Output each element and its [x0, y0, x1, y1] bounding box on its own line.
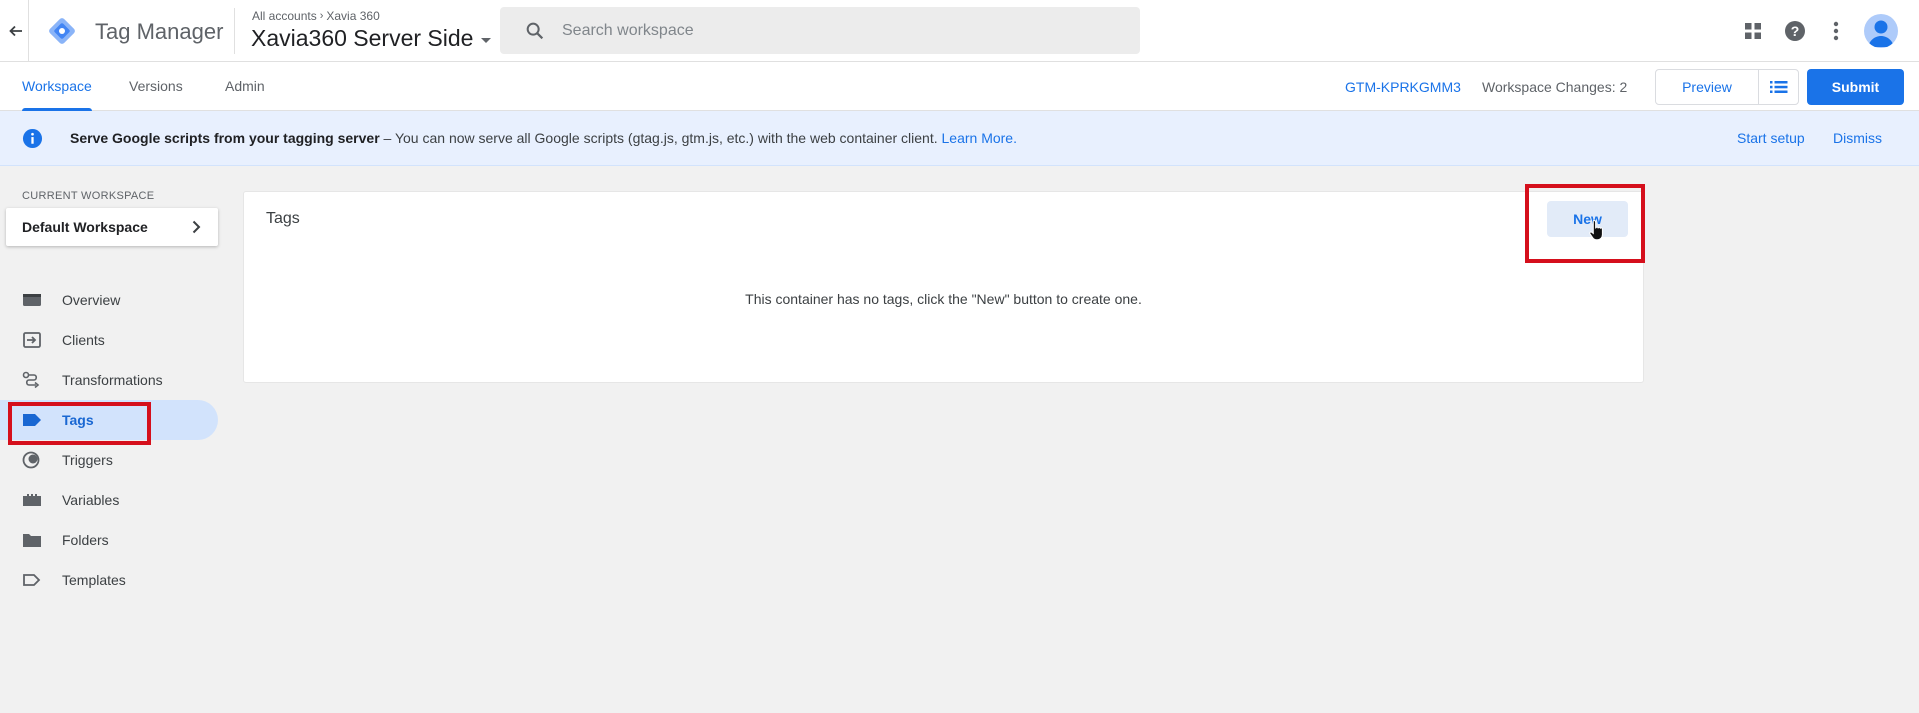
current-workspace-label: CURRENT WORKSPACE	[22, 190, 155, 202]
info-banner: Serve Google scripts from your tagging s…	[0, 111, 1919, 166]
apps-grid-icon[interactable]	[1741, 19, 1765, 43]
preview-button[interactable]: Preview	[1655, 69, 1759, 105]
sidebar-item-transformations[interactable]: Transformations	[0, 360, 218, 400]
banner-text: – You can now serve all Google scripts (…	[379, 130, 942, 146]
tag-manager-logo-icon	[46, 15, 78, 47]
banner-title: Serve Google scripts from your tagging s…	[70, 130, 380, 146]
dismiss-link[interactable]: Dismiss	[1833, 130, 1882, 146]
dropdown-caret-icon	[481, 38, 492, 43]
app-title: Tag Manager	[95, 19, 224, 44]
back-arrow-icon[interactable]	[4, 19, 28, 43]
more-vert-icon[interactable]	[1824, 19, 1848, 43]
sidebar-item-triggers[interactable]: Triggers	[0, 440, 218, 480]
breadcrumb: All accounts › Xavia 360	[252, 9, 380, 23]
sidebar-item-templates[interactable]: Templates	[0, 560, 218, 600]
submit-button[interactable]: Submit	[1807, 69, 1904, 105]
svg-text:?: ?	[1791, 23, 1800, 39]
container-name: Xavia360 Server Side	[251, 25, 474, 51]
transformations-icon	[22, 371, 42, 389]
highlight-box	[8, 402, 151, 445]
sidebar-item-variables[interactable]: Variables	[0, 480, 218, 520]
tab-versions[interactable]: Versions	[129, 62, 183, 111]
tab-admin[interactable]: Admin	[225, 62, 265, 111]
tags-card: Tags This container has no tags, click t…	[243, 191, 1644, 383]
help-icon[interactable]: ?	[1783, 19, 1807, 43]
divider	[28, 0, 29, 62]
banner-message: Serve Google scripts from your tagging s…	[70, 130, 1017, 146]
sidebar-item-label: Folders	[62, 532, 109, 548]
search-input[interactable]	[562, 21, 1122, 40]
sidebar-item-label: Triggers	[62, 452, 113, 468]
workspace-name: Default Workspace	[22, 219, 148, 235]
empty-state-message: This container has no tags, click the "N…	[745, 291, 1142, 307]
learn-more-link[interactable]: Learn More.	[942, 130, 1017, 146]
list-icon	[1769, 81, 1787, 93]
search-icon	[526, 22, 544, 39]
container-id-link[interactable]: GTM-KPRKGMM3	[1345, 79, 1461, 95]
top-bar: Tag Manager All accounts › Xavia 360 Xav…	[0, 0, 1919, 62]
sidebar-item-label: Overview	[62, 292, 121, 308]
clients-icon	[22, 331, 42, 349]
workspace-changes: Workspace Changes: 2	[1482, 79, 1628, 95]
templates-icon	[22, 571, 42, 589]
sidebar-item-label: Transformations	[62, 372, 163, 388]
tab-workspace[interactable]: Workspace	[22, 62, 92, 111]
highlight-box	[1525, 184, 1645, 263]
breadcrumb-account[interactable]: Xavia 360	[326, 9, 379, 23]
chevron-right-icon	[192, 220, 201, 234]
overview-icon	[22, 291, 42, 309]
divider	[234, 8, 235, 54]
sidebar-item-label: Variables	[62, 492, 120, 508]
breadcrumb-accounts[interactable]: All accounts	[252, 9, 317, 23]
info-icon	[22, 128, 43, 149]
sidebar-item-clients[interactable]: Clients	[0, 320, 218, 360]
start-setup-link[interactable]: Start setup	[1737, 130, 1805, 146]
sidebar-item-overview[interactable]: Overview	[0, 280, 218, 320]
sidebar-item-label: Templates	[62, 572, 126, 588]
list-view-button[interactable]	[1758, 69, 1799, 105]
workspace-selector[interactable]: Default Workspace	[6, 208, 218, 246]
folder-icon	[22, 531, 42, 549]
triggers-icon	[22, 451, 42, 469]
variables-icon	[22, 491, 42, 509]
card-title: Tags	[266, 210, 300, 227]
tab-bar: Workspace Versions Admin GTM-KPRKGMM3 Wo…	[0, 62, 1919, 111]
container-selector[interactable]: Xavia360 Server Side	[251, 25, 492, 52]
account-avatar[interactable]	[1864, 14, 1898, 48]
sidebar-item-folders[interactable]: Folders	[0, 520, 218, 560]
chevron-right-icon: ›	[319, 10, 324, 22]
search-bar[interactable]	[500, 7, 1140, 54]
sidebar-item-label: Clients	[62, 332, 105, 348]
